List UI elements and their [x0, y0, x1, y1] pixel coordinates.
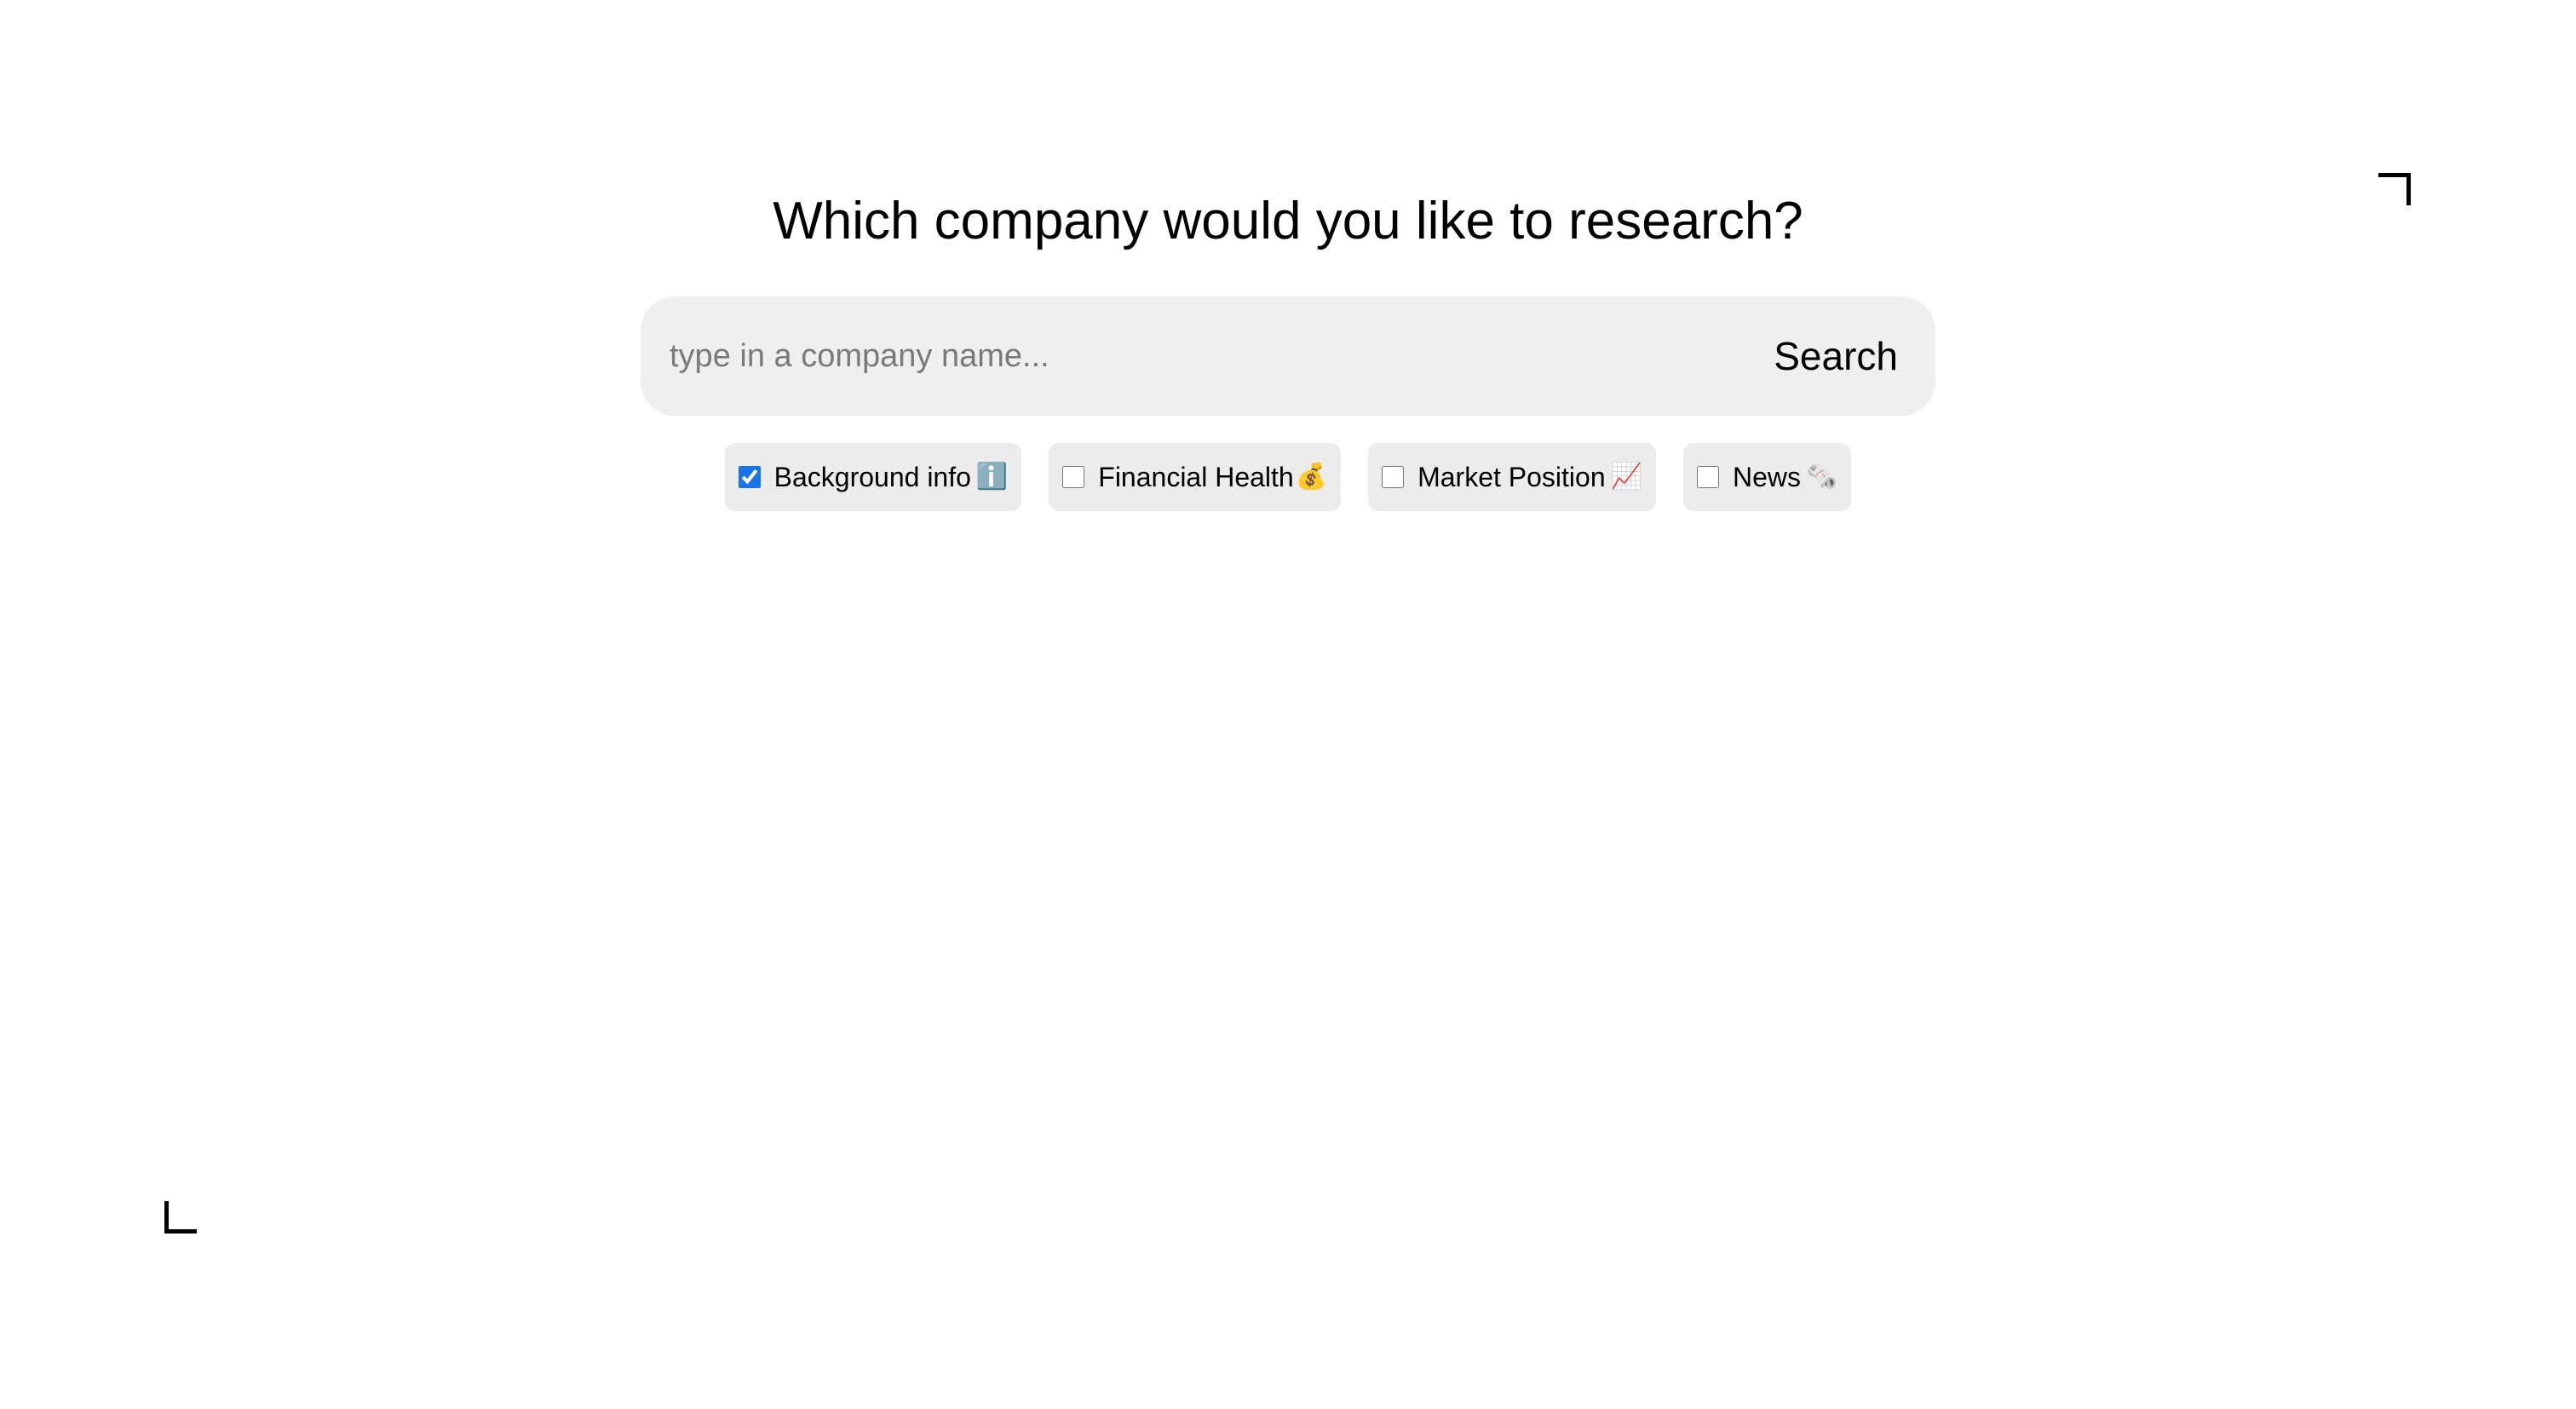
corner-bracket-bottom-left — [164, 1201, 197, 1234]
filter-label: News — [1732, 461, 1801, 492]
financial-health-checkbox[interactable] — [1062, 466, 1085, 488]
filter-market-position[interactable]: Market Position 📈 — [1368, 443, 1656, 511]
filter-financial-health[interactable]: Financial Health 💰 — [1049, 443, 1342, 511]
filter-background-info[interactable]: Background info ℹ️ — [724, 443, 1022, 511]
chart-increasing-icon: 📈 — [1610, 463, 1642, 491]
money-bag-icon: 💰 — [1295, 463, 1328, 491]
page-title: Which company would you like to research… — [773, 192, 1803, 250]
page: Which company would you like to research… — [0, 0, 2576, 1409]
research-filters: Background info ℹ️ Financial Health 💰 Ma… — [0, 443, 2576, 511]
market-position-checkbox[interactable] — [1382, 466, 1405, 488]
filter-label: Background info — [773, 461, 971, 492]
info-icon: ℹ️ — [975, 463, 1009, 491]
search-bar: Search — [641, 296, 1935, 416]
filter-label: Market Position — [1417, 461, 1606, 492]
background-info-checkbox[interactable] — [738, 466, 761, 488]
news-checkbox[interactable] — [1696, 466, 1719, 488]
search-button[interactable]: Search — [1774, 296, 1898, 416]
filter-label: Financial Health — [1098, 461, 1294, 492]
filter-news[interactable]: News 🗞️ — [1682, 443, 1852, 511]
newspaper-icon: 🗞️ — [1805, 463, 1838, 491]
search-input[interactable] — [670, 296, 1675, 416]
